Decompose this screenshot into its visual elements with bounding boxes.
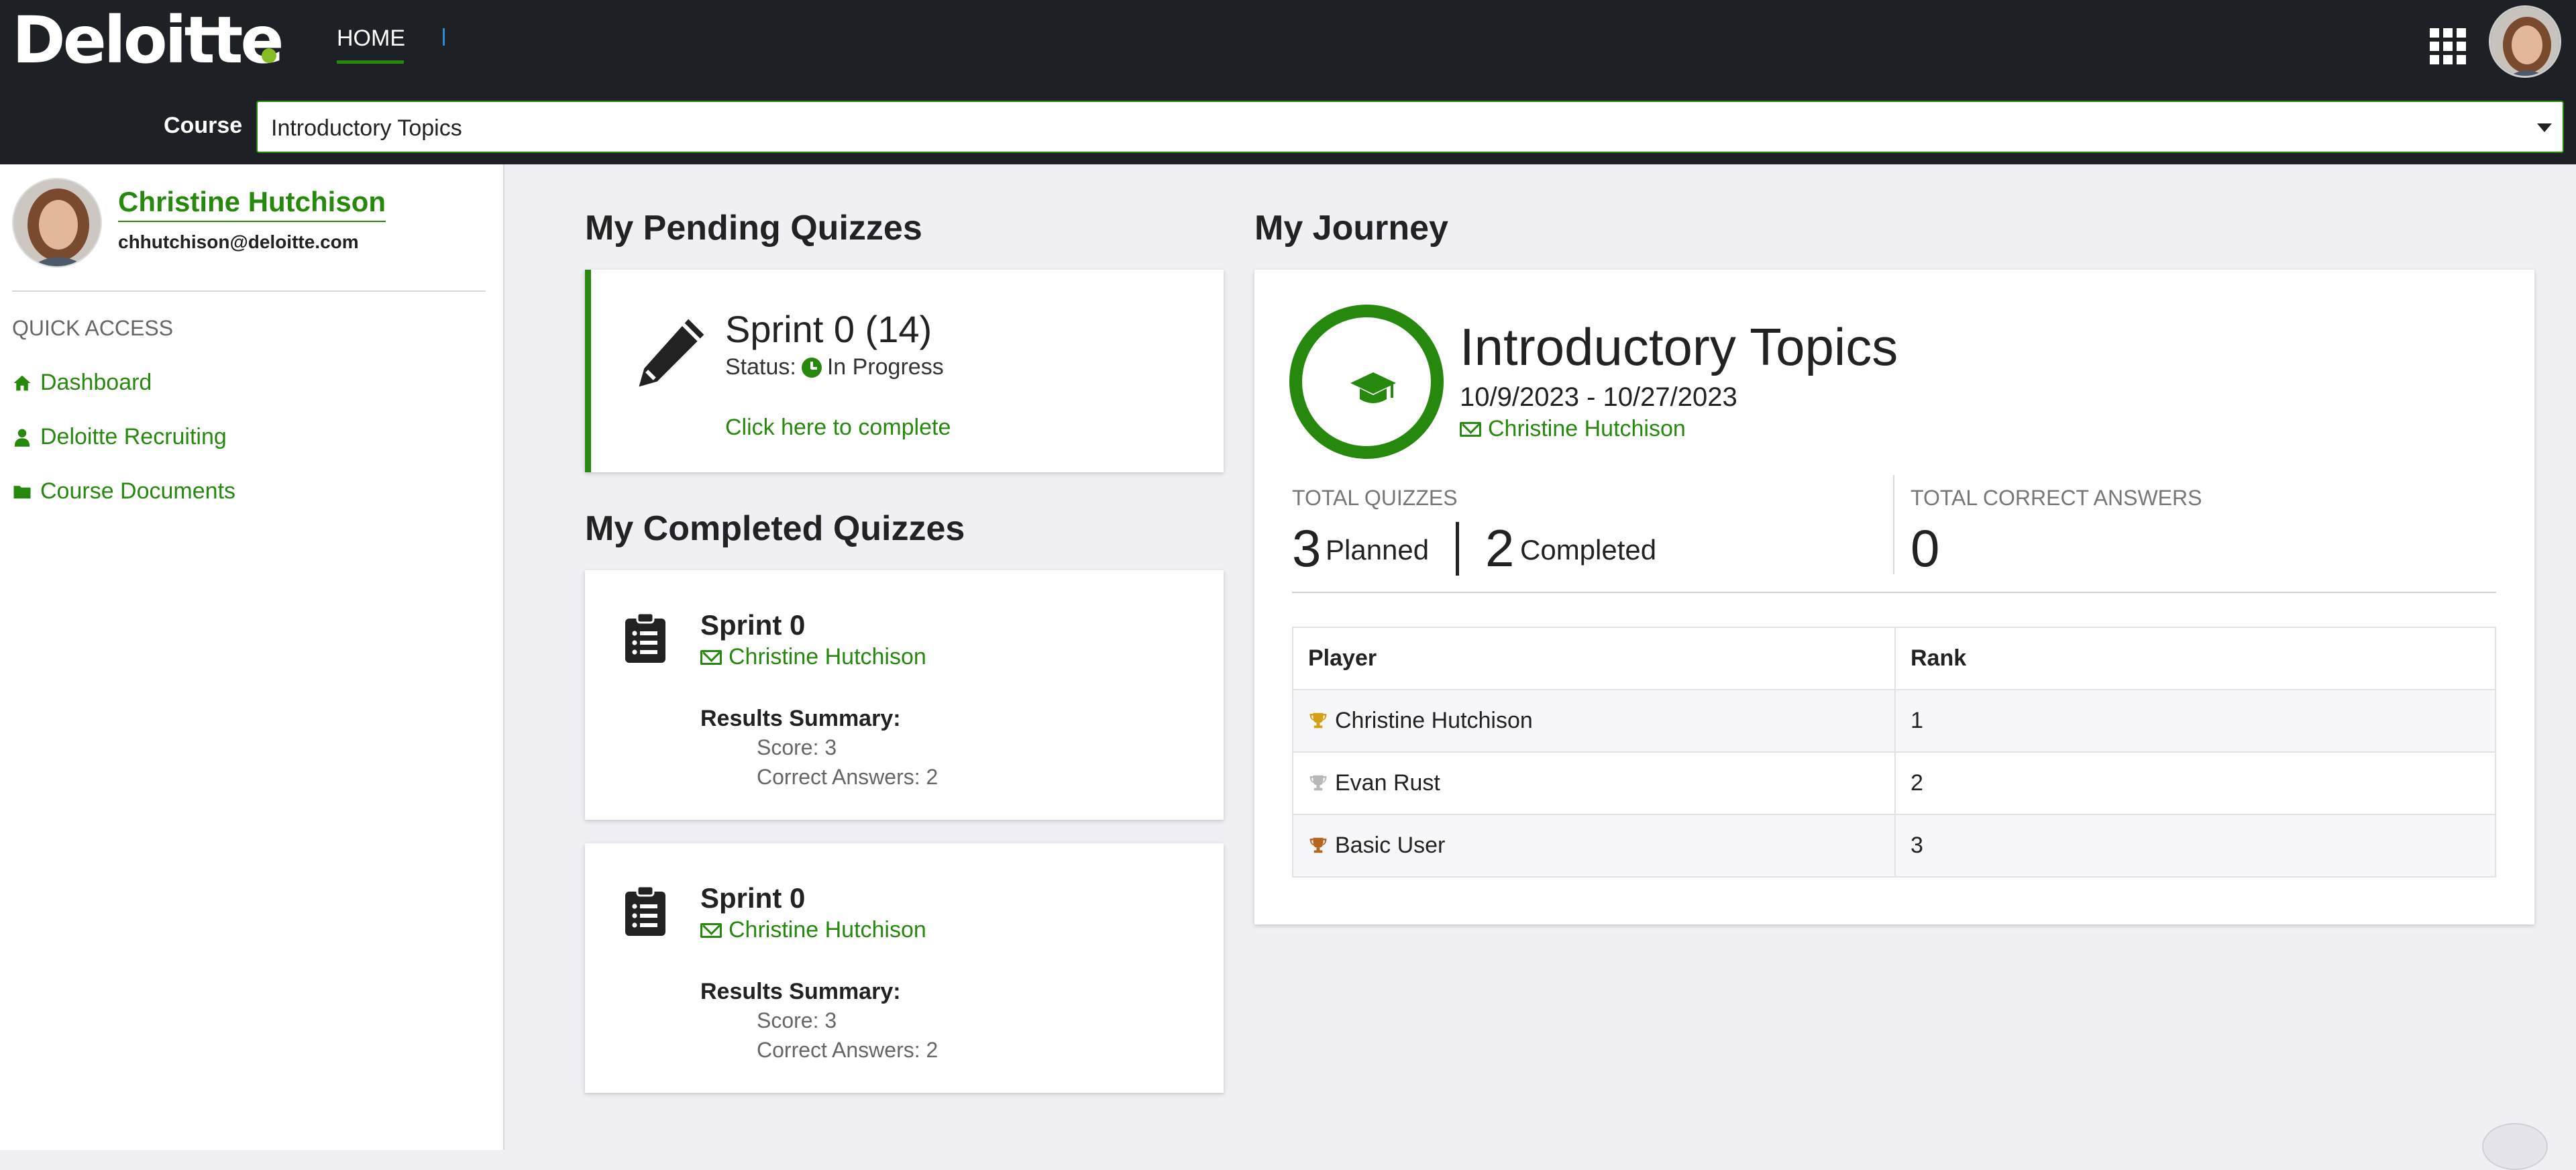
table-row: Basic User 3 bbox=[1292, 814, 2496, 877]
tab-home-underline bbox=[337, 60, 404, 64]
status-label: Status: bbox=[725, 354, 796, 380]
course-progress-ring bbox=[1289, 305, 1444, 459]
completed-quiz-user-name: Christine Hutchison bbox=[729, 644, 926, 670]
journey-course-title: Introductory Topics bbox=[1460, 317, 1898, 376]
tab-home[interactable]: HOME bbox=[337, 25, 405, 52]
pending-quiz-card: Sprint 0 (14) Status: In Progress Click … bbox=[585, 270, 1224, 472]
sidebar-item-deloitte-recruiting[interactable]: Deloitte Recruiting bbox=[12, 424, 227, 450]
sidebar-user-email: chhutchison@deloitte.com bbox=[118, 231, 359, 252]
results-score: Score: 3 bbox=[757, 735, 837, 759]
logo-dot bbox=[262, 48, 276, 63]
results-score: Score: 3 bbox=[757, 1008, 837, 1032]
sidebar: Christine Hutchison chhutchison@deloitte… bbox=[0, 164, 504, 1150]
completed-quiz-user[interactable]: Christine Hutchison bbox=[700, 644, 926, 670]
clock-icon bbox=[801, 357, 822, 378]
sidebar-divider bbox=[12, 290, 486, 292]
rank-cell: 3 bbox=[1894, 814, 2496, 877]
course-select[interactable]: Introductory Topics bbox=[256, 101, 2564, 153]
sidebar-user-name[interactable]: Christine Hutchison bbox=[118, 186, 386, 222]
player-name: Basic User bbox=[1335, 833, 1446, 858]
deloitte-logo[interactable]: Deloitte bbox=[12, 8, 284, 72]
clipboard-icon bbox=[625, 886, 665, 936]
complete-quiz-link[interactable]: Click here to complete bbox=[725, 415, 951, 441]
apps-grid-icon[interactable] bbox=[2428, 27, 2466, 64]
results-correct-answers: Correct Answers: 2 bbox=[757, 1038, 938, 1062]
journey-user-name: Christine Hutchison bbox=[1488, 416, 1686, 441]
envelope-icon bbox=[700, 649, 722, 665]
user-avatar[interactable] bbox=[2489, 5, 2561, 78]
completed-quiz-user[interactable]: Christine Hutchison bbox=[700, 917, 926, 943]
home-icon bbox=[13, 375, 31, 390]
completed-quiz-user-name: Christine Hutchison bbox=[729, 917, 926, 943]
journey-card: Introductory Topics 10/9/2023 - 10/27/20… bbox=[1254, 270, 2534, 924]
envelope-icon bbox=[1460, 421, 1481, 437]
course-label: Course bbox=[164, 113, 243, 138]
planned-count: 3 bbox=[1292, 519, 1322, 578]
gold-trophy-icon bbox=[1309, 712, 1327, 729]
chat-button[interactable] bbox=[2482, 1123, 2548, 1170]
quick-access-heading: QUICK ACCESS bbox=[12, 316, 174, 340]
player-cell: Evan Rust bbox=[1292, 751, 1896, 815]
bronze-trophy-icon bbox=[1309, 837, 1327, 853]
top-bar: Deloitte HOME Course Introductory Topics bbox=[0, 0, 2576, 164]
player-name: Evan Rust bbox=[1335, 770, 1440, 796]
column-header-player: Player bbox=[1292, 627, 1896, 690]
completed-quiz-title: Sprint 0 bbox=[700, 882, 806, 914]
pending-quiz-title: Sprint 0 (14) bbox=[725, 308, 932, 350]
status-value: In Progress bbox=[826, 354, 944, 380]
sidebar-item-course-documents[interactable]: Course Documents bbox=[12, 478, 235, 504]
chevron-down-icon bbox=[2537, 123, 2552, 132]
folder-icon bbox=[13, 485, 31, 498]
journey-heading: My Journey bbox=[1254, 209, 1448, 248]
completed-quiz-card: Sprint 0 Christine Hutchison Results Sum… bbox=[585, 843, 1224, 1093]
results-summary-label: Results Summary: bbox=[700, 979, 901, 1004]
silver-trophy-icon bbox=[1309, 775, 1327, 791]
results-correct-answers: Correct Answers: 2 bbox=[757, 765, 938, 789]
player-cell: Basic User bbox=[1292, 814, 1896, 877]
stats-vertical-divider bbox=[1893, 475, 1894, 574]
completed-quiz-card: Sprint 0 Christine Hutchison Results Sum… bbox=[585, 570, 1224, 820]
clipboard-icon bbox=[625, 613, 665, 663]
pending-quizzes-heading: My Pending Quizzes bbox=[585, 209, 922, 248]
nav-separator bbox=[443, 28, 445, 46]
completed-count: 2 bbox=[1485, 519, 1515, 578]
course-select-value: Introductory Topics bbox=[271, 115, 462, 141]
table-row: Christine Hutchison 1 bbox=[1292, 689, 2496, 753]
envelope-icon bbox=[700, 922, 722, 938]
journey-dates: 10/9/2023 - 10/27/2023 bbox=[1460, 382, 1737, 412]
stat-divider bbox=[1456, 522, 1459, 576]
sidebar-avatar bbox=[12, 178, 102, 268]
total-correct-label: TOTAL CORRECT ANSWERS bbox=[1911, 486, 2202, 510]
user-tie-icon bbox=[14, 429, 30, 447]
planned-label: Planned bbox=[1326, 534, 1430, 566]
rank-cell: 1 bbox=[1894, 689, 2496, 753]
pencil-icon bbox=[639, 319, 704, 387]
graduation-cap-icon bbox=[1350, 372, 1396, 403]
leaderboard-table: Player Rank Christine Hutchison 1 Evan R… bbox=[1292, 627, 2496, 877]
table-header-row: Player Rank bbox=[1292, 627, 2496, 690]
pending-quiz-status: Status: In Progress bbox=[725, 354, 944, 380]
journey-user[interactable]: Christine Hutchison bbox=[1460, 416, 1686, 442]
total-correct-value: 0 bbox=[1911, 519, 1940, 578]
total-quizzes-label: TOTAL QUIZZES bbox=[1292, 486, 1458, 510]
stats-divider bbox=[1292, 592, 2496, 593]
rank-cell: 2 bbox=[1894, 751, 2496, 815]
sidebar-item-label: Deloitte Recruiting bbox=[40, 424, 227, 449]
sidebar-item-label: Dashboard bbox=[40, 370, 152, 395]
sidebar-item-label: Course Documents bbox=[40, 478, 236, 504]
column-header-rank: Rank bbox=[1894, 627, 2496, 690]
completed-quiz-title: Sprint 0 bbox=[700, 609, 806, 641]
sidebar-item-dashboard[interactable]: Dashboard bbox=[12, 370, 152, 396]
completed-quizzes-heading: My Completed Quizzes bbox=[585, 509, 965, 548]
table-row: Evan Rust 2 bbox=[1292, 751, 2496, 815]
results-summary-label: Results Summary: bbox=[700, 706, 901, 731]
player-name: Christine Hutchison bbox=[1335, 708, 1533, 733]
player-cell: Christine Hutchison bbox=[1292, 689, 1896, 753]
completed-label: Completed bbox=[1520, 534, 1657, 566]
